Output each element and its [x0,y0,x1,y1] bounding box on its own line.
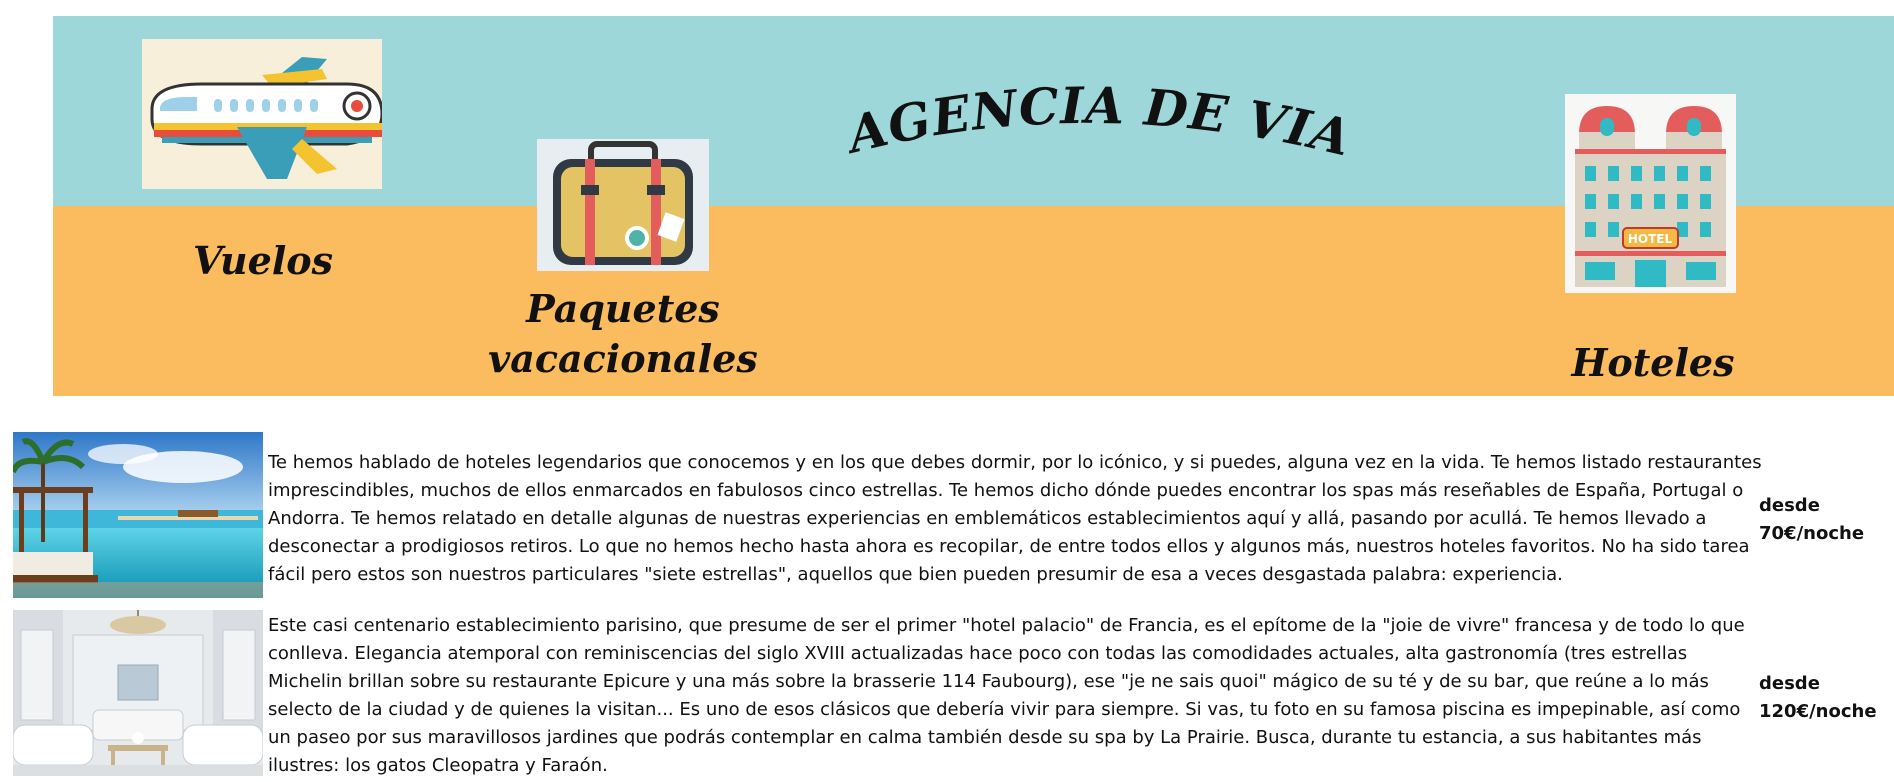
svg-text:HOTEL: HOTEL [1628,232,1673,246]
header-banner: HOTEL AGENCIA DE VIAJES Vuelos Paquetes … [53,11,1894,396]
nav-hoteles-link[interactable]: Hoteles [1533,338,1773,388]
price-prefix: desde [1759,495,1820,516]
suitcase-icon[interactable] [537,139,709,271]
parisian-hotel-salon-photo [13,610,263,776]
nav-vuelos-link[interactable]: Vuelos [153,236,373,286]
page-title: AGENCIA DE VIAJES [781,11,1356,168]
nav-paquetes-link[interactable]: Paquetes vacacionales [458,284,788,384]
hotel-row: Te hemos hablado de hoteles legendarios … [13,432,1894,598]
hotel-description: Te hemos hablado de hoteles legendarios … [268,452,1762,585]
hotel-description: Este casi centenario establecimiento par… [268,615,1745,776]
price-value: 120€/noche [1759,701,1877,722]
hotel-icon[interactable]: HOTEL [1565,94,1736,293]
tropical-resort-pool-photo [13,432,263,598]
hotel-price: desde 120€/noche [1759,670,1894,726]
price-value: 70€/noche [1759,523,1865,544]
airplane-icon[interactable] [142,39,382,189]
price-prefix: desde [1759,673,1820,694]
hotel-row: Este casi centenario establecimiento par… [13,610,1894,778]
hotel-price: desde 70€/noche [1759,492,1894,548]
